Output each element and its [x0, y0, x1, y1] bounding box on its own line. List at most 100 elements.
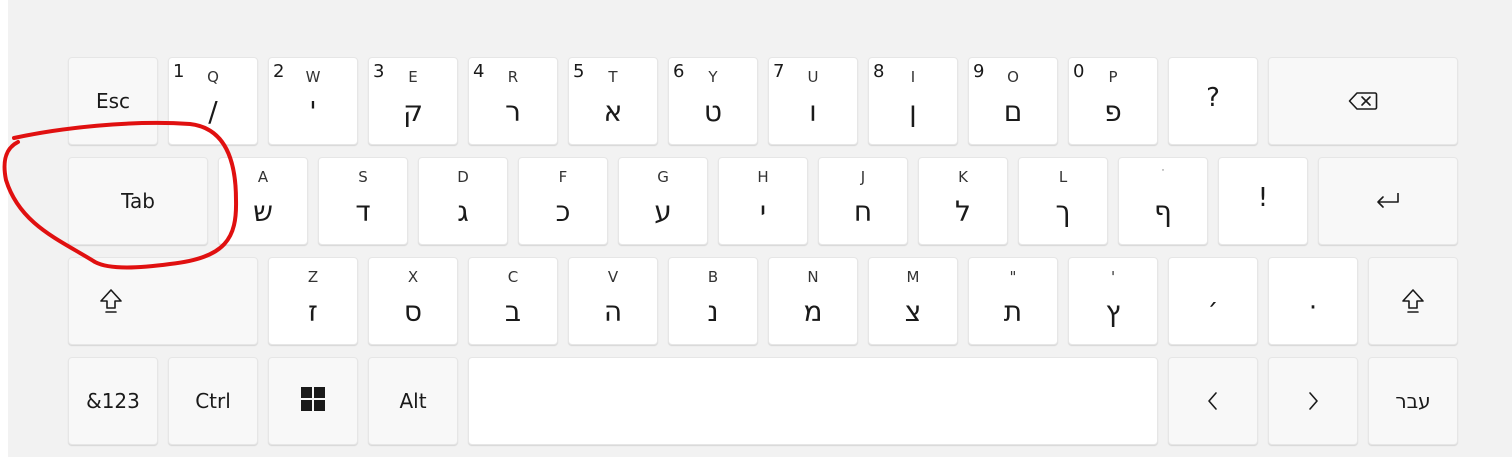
key-latin: W	[305, 68, 321, 86]
key-y[interactable]: 6 Y ט	[668, 57, 758, 145]
enter-key[interactable]	[1318, 157, 1458, 245]
key-hebrew: א	[603, 95, 623, 128]
esc-key-label: Esc	[95, 89, 131, 113]
key-hebrew: ג	[457, 195, 469, 228]
language-key[interactable]: עבר	[1368, 357, 1458, 445]
key-r[interactable]: 4 R ר	[468, 57, 558, 145]
key-number: 9	[973, 61, 985, 82]
esc-key[interactable]: Esc	[68, 57, 158, 145]
key-hebrew: ט	[703, 95, 723, 128]
key-t[interactable]: 5 T א	[568, 57, 658, 145]
period-label: ·	[1308, 293, 1318, 323]
key-n[interactable]: N מ	[768, 257, 858, 345]
key-f[interactable]: F כ	[518, 157, 608, 245]
key-hebrew: י	[759, 195, 767, 228]
alt-key[interactable]: Alt	[368, 357, 458, 445]
key-latin: N	[807, 268, 819, 286]
key-number: 7	[773, 61, 785, 82]
key-g[interactable]: G ע	[618, 157, 708, 245]
key-k[interactable]: K ל	[918, 157, 1008, 245]
question-mark-label: ?	[1206, 83, 1220, 113]
key-hebrew: ץ	[1105, 295, 1121, 328]
chevron-right-icon	[1269, 358, 1357, 444]
key-z[interactable]: Z ז	[268, 257, 358, 345]
key-hebrew: '	[309, 95, 317, 128]
key-u[interactable]: 7 U ו	[768, 57, 858, 145]
ctrl-key-label: Ctrl	[195, 389, 231, 413]
symbols-key-label: &123	[86, 389, 140, 413]
key-latin: P	[1108, 68, 1118, 86]
key-p[interactable]: 0 P פ	[1068, 57, 1158, 145]
shift-icon	[69, 258, 257, 344]
backspace-icon	[1269, 58, 1457, 144]
symbols-key[interactable]: &123	[68, 357, 158, 445]
key-quote[interactable]: " ת	[968, 257, 1058, 345]
question-mark-key[interactable]: ?	[1168, 57, 1258, 145]
key-l[interactable]: L ך	[1018, 157, 1108, 245]
alt-key-label: Alt	[399, 389, 427, 413]
key-latin: D	[457, 168, 469, 186]
shift-right-key[interactable]	[1368, 257, 1458, 345]
period-key[interactable]: ·	[1268, 257, 1358, 345]
key-apostrophe[interactable]: ' ץ	[1068, 257, 1158, 345]
key-b[interactable]: B נ	[668, 257, 758, 345]
key-number: 3	[373, 61, 385, 82]
key-hebrew: צ	[904, 295, 922, 328]
key-hebrew: מ	[803, 295, 823, 328]
key-o[interactable]: 9 O ם	[968, 57, 1058, 145]
key-e[interactable]: 3 E ק	[368, 57, 458, 145]
geresh-key[interactable]: ׳	[1168, 257, 1258, 345]
key-semicolon[interactable]: ׄ ף	[1118, 157, 1208, 245]
key-a[interactable]: A ש	[218, 157, 308, 245]
key-number: 6	[673, 61, 685, 82]
key-hebrew: ר	[505, 95, 521, 128]
tab-key[interactable]: Tab	[68, 157, 208, 245]
key-latin: J	[860, 168, 866, 186]
key-latin: G	[657, 168, 669, 186]
shift-left-key[interactable]	[68, 257, 258, 345]
key-latin: I	[910, 68, 916, 86]
right-arrow-key[interactable]	[1268, 357, 1358, 445]
tab-key-label: Tab	[121, 189, 155, 213]
key-hebrew: ק	[403, 95, 423, 128]
key-c[interactable]: C ב	[468, 257, 558, 345]
key-h[interactable]: H י	[718, 157, 808, 245]
chevron-left-icon	[1169, 358, 1257, 444]
key-number: 8	[873, 61, 885, 82]
key-latin: Y	[708, 68, 718, 86]
spacebar[interactable]	[468, 357, 1158, 445]
key-number: 5	[573, 61, 585, 82]
key-hebrew: ו	[809, 95, 817, 128]
key-s[interactable]: S ד	[318, 157, 408, 245]
key-x[interactable]: X ס	[368, 257, 458, 345]
key-hebrew: ש	[253, 195, 273, 228]
ctrl-key[interactable]: Ctrl	[168, 357, 258, 445]
key-latin: R	[507, 68, 519, 86]
windows-icon	[269, 358, 357, 444]
key-latin: B	[707, 268, 719, 286]
key-latin: O	[1007, 68, 1019, 86]
key-hebrew: /	[208, 95, 218, 128]
key-latin: Z	[307, 268, 319, 286]
key-latin: A	[257, 168, 269, 186]
key-w[interactable]: 2 W '	[268, 57, 358, 145]
exclamation-key[interactable]: !	[1218, 157, 1308, 245]
key-hebrew: ב	[504, 295, 522, 328]
windows-key[interactable]	[268, 357, 358, 445]
left-arrow-key[interactable]	[1168, 357, 1258, 445]
language-key-label: עבר	[1395, 389, 1431, 413]
key-m[interactable]: M צ	[868, 257, 958, 345]
backspace-key[interactable]	[1268, 57, 1458, 145]
key-j[interactable]: J ח	[818, 157, 908, 245]
key-q[interactable]: 1 Q /	[168, 57, 258, 145]
exclamation-label: !	[1257, 183, 1269, 213]
key-d[interactable]: D ג	[418, 157, 508, 245]
key-number: 2	[273, 61, 285, 82]
key-latin: X	[407, 268, 419, 286]
key-hebrew: ת	[1003, 295, 1023, 328]
key-v[interactable]: V ה	[568, 257, 658, 345]
key-number: 4	[473, 61, 485, 82]
key-hebrew: ח	[853, 195, 873, 228]
key-hebrew: ה	[603, 295, 623, 328]
key-i[interactable]: 8 I ן	[868, 57, 958, 145]
